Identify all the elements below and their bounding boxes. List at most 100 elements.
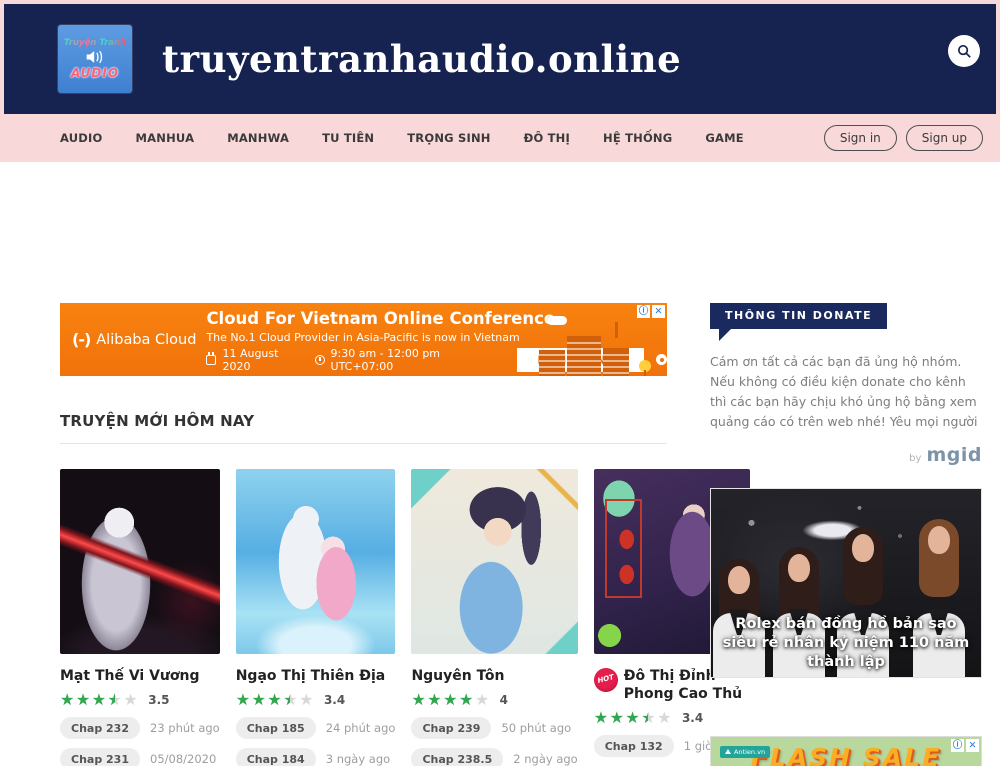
alibaba-cloud-logo: (-) Alibaba Cloud — [60, 330, 206, 349]
site-logo[interactable]: Truyện Tranh AUDIO — [58, 25, 132, 93]
mgid-attribution[interactable]: by mgid˘ — [710, 444, 982, 466]
mgid-by-label: by — [909, 453, 921, 464]
mgid-logo: mgid — [926, 444, 982, 466]
sidebar: THÔNG TIN DONATE Cám ơn tất cả các bạn đ… — [710, 303, 982, 766]
ad-close-icon[interactable]: ✕ — [966, 739, 979, 752]
comic-title-text: Mạt Thế Vi Vương — [60, 667, 200, 685]
section-divider — [60, 443, 667, 444]
ad-brand-badge: Antien.vn — [720, 746, 770, 758]
main-nav: AUDIO MANHUA MANHWA TU TIÊN TRỌNG SINH ĐÔ THỊ… — [0, 114, 1000, 162]
chapter-list: Chap 185 24 phút ago Chap 184 3 ngày ago — [236, 717, 396, 766]
chapter-row: Chap 231 05/08/2020 — [60, 748, 220, 766]
chapter-badge[interactable]: Chap 184 — [236, 748, 316, 766]
chapter-badge[interactable]: Chap 185 — [236, 717, 316, 739]
flash-sale-title: FLASH SALE — [751, 745, 941, 766]
chapter-time: 23 phút ago — [150, 721, 220, 735]
native-ad-caption[interactable]: Rolex bán đồng hồ bản sao siêu rẻ nhân k… — [717, 615, 975, 672]
speaker-icon — [85, 49, 105, 65]
star-rating-icon: ★★★★★★★★★★ — [60, 692, 139, 708]
comic-title[interactable]: Nguyên Tôn — [411, 667, 577, 685]
nav-item-tu-tien[interactable]: TU TIÊN — [322, 131, 374, 145]
ad-controls: ⓘ ✕ — [951, 739, 979, 752]
chapter-time: 24 phút ago — [326, 721, 396, 735]
ad-banner-time: 9:30 am - 12:00 pm UTC+07:00 — [331, 347, 504, 373]
comic-title[interactable]: Ngạo Thị Thiên Địa — [236, 667, 396, 685]
alibaba-brand-name: Alibaba Cloud — [96, 332, 196, 348]
donate-title-ribbon: THÔNG TIN DONATE — [710, 303, 887, 329]
section-title: TRUYỆN MỚI HÔM NAY — [60, 412, 667, 430]
chapter-list: Chap 239 50 phút ago Chap 238.5 2 ngày ago — [411, 717, 577, 766]
chapter-time: 50 phút ago — [501, 721, 571, 735]
alibaba-ad-banner[interactable]: (-) Alibaba Cloud Cloud For Vietnam Onli… — [60, 303, 667, 376]
nav-items: AUDIO MANHUA MANHWA TU TIÊN TRỌNG SINH ĐÔ THỊ… — [60, 131, 744, 145]
nav-item-o-thi[interactable]: ĐÔ THỊ — [524, 131, 570, 145]
main-column: (-) Alibaba Cloud Cloud For Vietnam Onli… — [60, 303, 667, 766]
nav-item-manhua[interactable]: MANHUA — [136, 131, 195, 145]
nav-item-he-thong[interactable]: HỆ THỐNG — [603, 131, 672, 145]
sign-up-button[interactable]: Sign up — [906, 125, 983, 151]
chapter-time: 3 ngày ago — [326, 752, 390, 766]
rating-row: ★★★★★★★★★★ 4 — [411, 692, 577, 708]
ad-banner-date: 11 August 2020 — [222, 347, 308, 373]
comic-title-text: Ngạo Thị Thiên Địa — [236, 667, 386, 685]
cloud-shape — [547, 316, 567, 325]
logo-text-audio: AUDIO — [71, 66, 119, 80]
nav-item-manhwa[interactable]: MANHWA — [227, 131, 289, 145]
rating-value: 3.4 — [324, 693, 345, 707]
ad-brand-icon — [725, 749, 731, 754]
star-rating-icon: ★★★★★★★★★★ — [236, 692, 315, 708]
ad-info-icon[interactable]: ⓘ — [637, 305, 650, 318]
rating-row: ★★★★★★★★★★ 3.4 — [236, 692, 396, 708]
chapter-row: Chap 184 3 ngày ago — [236, 748, 396, 766]
tree-shape — [639, 360, 651, 372]
site-title[interactable]: truyentranhaudio.online — [162, 37, 681, 81]
rating-value: 3.5 — [148, 693, 169, 707]
ad-controls: ⓘ ✕ — [637, 305, 665, 318]
chapter-list: Chap 232 23 phút ago Chap 231 05/08/2020 — [60, 717, 220, 766]
search-icon — [956, 43, 973, 60]
sign-in-button[interactable]: Sign in — [824, 125, 897, 151]
mgid-smile-icon: ˘ — [983, 0, 991, 10]
chapter-badge[interactable]: Chap 231 — [60, 748, 140, 766]
logo-text-top: Truyện Tranh — [64, 38, 126, 48]
site-header: Truyện Tranh AUDIO truyentranhaudio.onli… — [0, 0, 1000, 114]
alibaba-brand-mark-icon: (-) — [72, 330, 90, 349]
comic-cover[interactable] — [236, 469, 396, 654]
ad-banner-city-art — [539, 316, 657, 376]
chapter-row: Chap 238.5 2 ngày ago — [411, 748, 577, 766]
chapter-time: 05/08/2020 — [150, 752, 216, 766]
comic-title[interactable]: Mạt Thế Vi Vương — [60, 667, 220, 685]
comic-cover[interactable] — [411, 469, 577, 654]
ad-info-icon[interactable]: ⓘ — [951, 739, 964, 752]
chapter-badge[interactable]: Chap 232 — [60, 717, 140, 739]
rating-value: 4 — [500, 693, 508, 707]
comic-cover[interactable] — [60, 469, 220, 654]
star-rating-icon: ★★★★★★★★★★ — [594, 710, 673, 726]
flash-sale-ad[interactable]: Antien.vn ⓘ ✕ FLASH SALE XEM NGAY — [710, 736, 982, 766]
rating-value: 3.4 — [682, 711, 703, 725]
rating-row: ★★★★★★★★★★ 3.5 — [60, 692, 220, 708]
comic-card: Nguyên Tôn ★★★★★★★★★★ 4 Chap 239 50 phút … — [411, 469, 577, 766]
calendar-icon — [206, 355, 216, 365]
ad-close-icon[interactable]: ✕ — [652, 305, 665, 318]
donate-text: Cám ơn tất cả các bạn đã ủng hộ nhóm. Nế… — [710, 352, 982, 432]
chapter-row: Chap 239 50 phút ago — [411, 717, 577, 739]
clock-icon — [315, 355, 325, 365]
search-button[interactable] — [948, 35, 980, 67]
nav-item-game[interactable]: GAME — [705, 131, 743, 145]
nav-item-trong-sinh[interactable]: TRỌNG SINH — [407, 131, 490, 145]
chapter-row: Chap 232 23 phút ago — [60, 717, 220, 739]
content-area: (-) Alibaba Cloud Cloud For Vietnam Onli… — [0, 303, 1000, 766]
chapter-row: Chap 185 24 phút ago — [236, 717, 396, 739]
chapter-badge[interactable]: Chap 132 — [594, 735, 674, 757]
comics-grid: Mạt Thế Vi Vương ★★★★★★★★★★ 3.5 Chap 232… — [60, 469, 667, 766]
nav-item-audio[interactable]: AUDIO — [60, 131, 103, 145]
chapter-badge[interactable]: Chap 238.5 — [411, 748, 503, 766]
hot-badge: HOT — [591, 665, 620, 694]
chapter-time: 2 ngày ago — [513, 752, 577, 766]
chapter-badge[interactable]: Chap 239 — [411, 717, 491, 739]
rolex-native-ad[interactable]: Rolex bán đồng hồ bản sao siêu rẻ nhân k… — [710, 488, 982, 678]
comic-card: Ngạo Thị Thiên Địa ★★★★★★★★★★ 3.4 Chap 1… — [236, 469, 396, 766]
auth-buttons: Sign in Sign up — [824, 125, 983, 151]
ad-brand-label: Antien.vn — [734, 749, 765, 756]
